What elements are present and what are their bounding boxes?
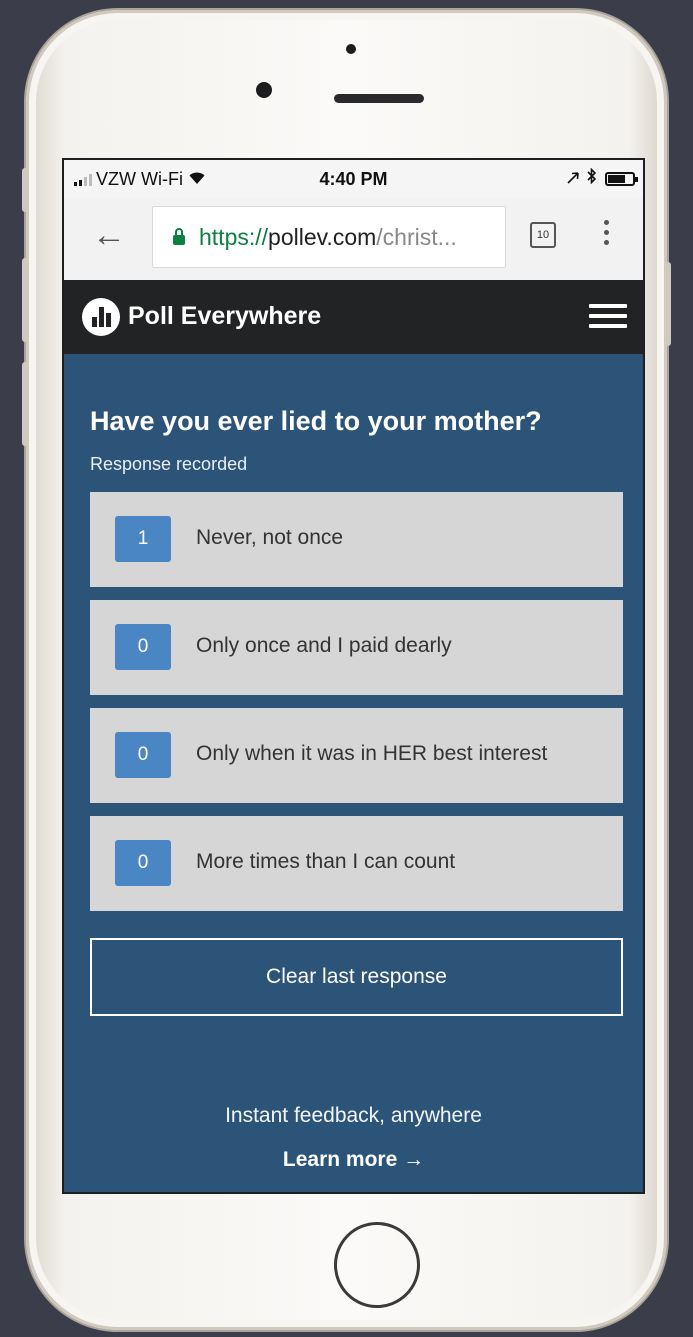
location-arrow-icon [567,168,579,189]
footer-tagline: Instant feedback, anywhere [225,1104,482,1127]
option-label: Only when it was in HER best interest [196,742,548,765]
tabs-icon[interactable]: 10 [530,222,556,248]
url-path: /christ... [376,223,457,250]
status-time: 4:40 PM [319,169,388,189]
volume-up-button [22,258,28,342]
vote-count-badge: 0 [115,624,171,670]
option-label: Never, not once [196,526,344,549]
proximity-sensor [346,44,356,54]
bluetooth-icon [587,167,597,189]
vote-count-badge: 1 [115,516,171,562]
clear-last-response-button[interactable]: Clear last response [90,938,623,1016]
power-button [665,262,671,346]
battery-icon [605,171,638,186]
app-header: Poll Everywhere [64,280,643,354]
url-scheme: https:// [199,223,269,250]
brand-name[interactable]: Poll Everywhere [128,302,321,331]
back-arrow-icon[interactable]: ← [92,218,126,252]
poll-option[interactable]: 0 More times than I can count [90,816,623,911]
more-options-icon[interactable] [604,220,610,250]
earpiece-speaker [334,94,424,103]
status-bar: VZW Wi-Fi 4:40 PM [64,160,643,198]
front-camera [256,82,272,98]
option-label: More times than I can count [196,850,456,873]
address-bar[interactable]: https:// pollev.com /christ... [152,206,506,268]
poll-everywhere-logo-icon[interactable] [82,298,120,336]
poll-option[interactable]: 1 Never, not once [90,492,623,587]
mute-switch [22,168,28,212]
poll-question: Have you ever lied to your mother? [90,406,542,436]
vote-count-badge: 0 [115,840,171,886]
response-status: Response recorded [90,454,248,474]
option-label: Only once and I paid dearly [196,634,452,657]
url-host: pollev.com [268,223,377,250]
home-button[interactable] [334,1222,420,1308]
phone-screen: VZW Wi-Fi 4:40 PM ← https:// pollev.com … [62,158,645,1194]
learn-more-link[interactable]: Learn more → [64,1148,643,1172]
hamburger-menu-icon[interactable] [589,304,627,334]
status-right [567,167,638,189]
poll-option[interactable]: 0 Only when it was in HER best interest [90,708,623,803]
poll-option[interactable]: 0 Only once and I paid dearly [90,600,623,695]
poll-options: 1 Never, not once 0 Only once and I paid… [90,492,623,924]
browser-toolbar: ← https:// pollev.com /christ... 10 [64,198,643,281]
vote-count-badge: 0 [115,732,171,778]
volume-down-button [22,362,28,446]
lock-icon [173,228,185,245]
